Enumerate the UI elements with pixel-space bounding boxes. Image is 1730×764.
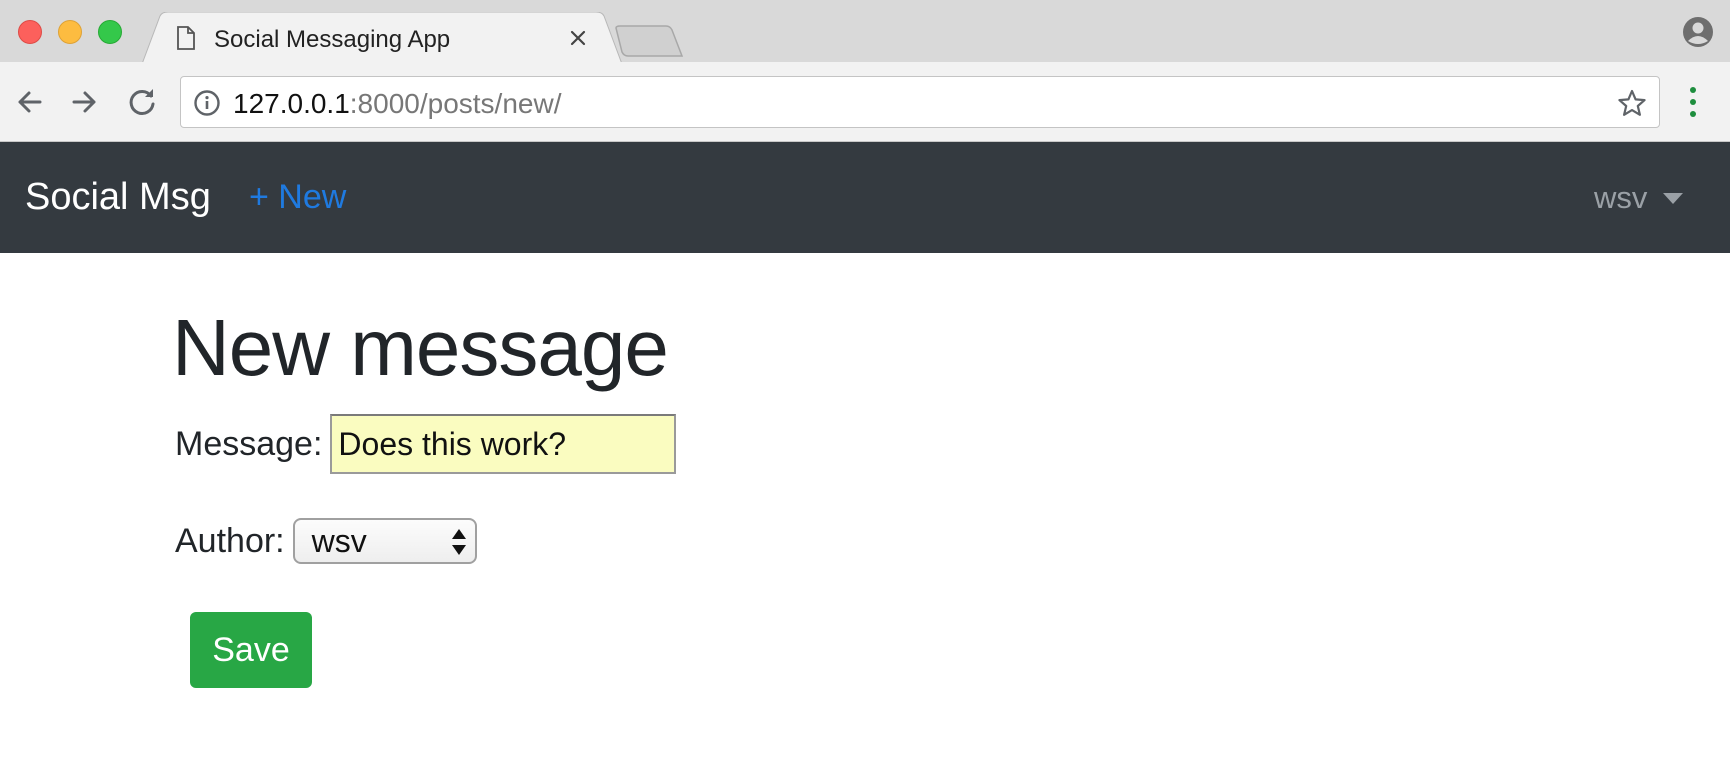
url-text[interactable]: 127.0.0.1:8000/posts/new/	[233, 88, 561, 120]
info-icon[interactable]	[193, 89, 221, 117]
forward-arrow-icon[interactable]	[66, 84, 102, 120]
url-host: 127.0.0.1	[233, 88, 350, 119]
star-icon[interactable]	[1617, 88, 1647, 118]
close-icon[interactable]	[566, 26, 590, 50]
user-name: wsv	[1594, 180, 1648, 215]
message-row: Message:	[175, 414, 677, 474]
browser-toolbar: 127.0.0.1:8000/posts/new/	[0, 62, 1730, 142]
tab-title: Social Messaging App	[214, 26, 451, 53]
author-label: Author:	[175, 521, 285, 560]
url-path: :8000/posts/new/	[349, 88, 562, 119]
browser-tab-strip: Social Messaging App	[0, 0, 1730, 64]
page-title: New message	[172, 303, 669, 392]
window-close-button[interactable]	[18, 20, 42, 44]
address-bar[interactable]: 127.0.0.1:8000/posts/new/	[180, 76, 1660, 128]
author-row: Author: wsv	[175, 518, 477, 564]
author-select[interactable]: wsv	[292, 518, 477, 564]
window-zoom-button[interactable]	[98, 20, 122, 44]
back-arrow-icon[interactable]	[12, 84, 48, 120]
new-tab-button[interactable]	[614, 24, 684, 58]
page-icon	[177, 26, 195, 50]
save-button[interactable]: Save	[190, 612, 312, 688]
caret-down-icon	[1663, 192, 1684, 204]
user-dropdown[interactable]: wsv	[1594, 180, 1684, 220]
kebab-menu-icon[interactable]	[1686, 84, 1700, 120]
brand-link[interactable]: Social Msg	[25, 176, 211, 219]
message-input[interactable]	[330, 414, 677, 474]
message-label: Message:	[175, 424, 323, 463]
profile-icon[interactable]	[1682, 16, 1714, 48]
author-select-value: wsv	[311, 523, 367, 559]
select-arrows-icon	[451, 529, 466, 555]
window-minimize-button[interactable]	[58, 20, 82, 44]
reload-icon[interactable]	[124, 84, 160, 120]
new-post-link[interactable]: + New	[249, 178, 346, 217]
app-navbar: Social Msg + New wsv	[0, 142, 1730, 253]
browser-tab-active[interactable]: Social Messaging App	[142, 12, 622, 64]
